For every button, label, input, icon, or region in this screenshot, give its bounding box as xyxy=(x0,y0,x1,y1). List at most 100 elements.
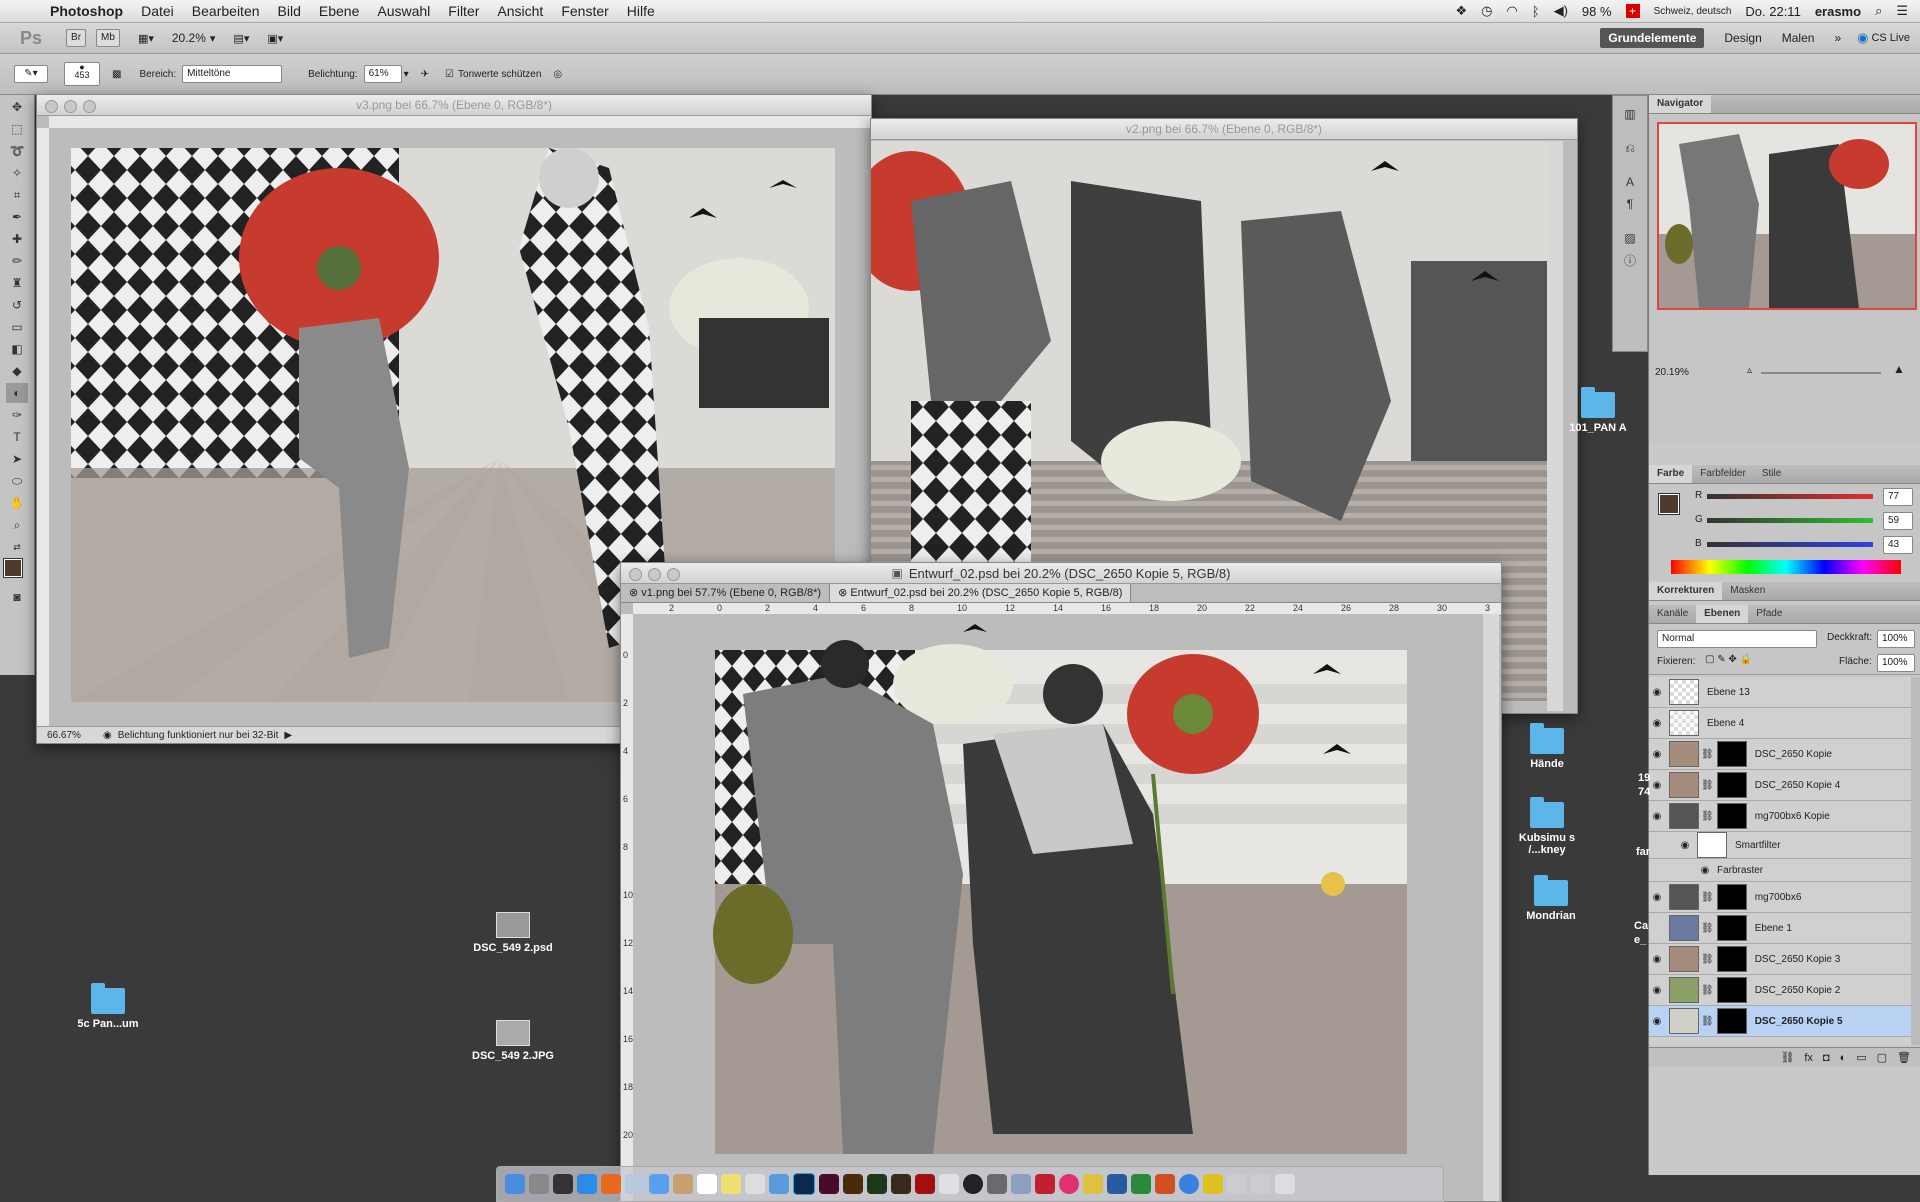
bereich-select[interactable]: Mitteltöne xyxy=(182,65,283,83)
type-tool-icon[interactable]: T xyxy=(6,427,28,447)
firefox-icon[interactable] xyxy=(601,1174,621,1194)
opacity-input[interactable]: 100% xyxy=(1877,630,1915,648)
eraser-tool-icon[interactable]: ▭ xyxy=(6,317,28,337)
eye-icon[interactable]: ◉ xyxy=(1649,985,1665,996)
stamp-tool-icon[interactable]: ♜ xyxy=(6,273,28,293)
dreamweaver-icon[interactable] xyxy=(867,1174,887,1194)
minimize-icon[interactable] xyxy=(648,568,661,581)
tonwerte-checkbox[interactable]: ☑ xyxy=(445,69,454,80)
trash-icon[interactable] xyxy=(1275,1174,1295,1194)
eye-icon[interactable]: ◉ xyxy=(1649,718,1665,729)
desktop-icon-5c-pan[interactable]: 5c Pan...um xyxy=(63,983,153,1030)
powerpoint-icon[interactable] xyxy=(1155,1174,1175,1194)
path-selection-icon[interactable]: ➤ xyxy=(6,449,28,469)
layer-row[interactable]: ◉ ⛓ DSC_2650 Kopie 3 xyxy=(1649,944,1911,975)
belichtung-input[interactable]: 61% xyxy=(363,65,402,83)
brush-panel-icon[interactable]: ▩ xyxy=(112,69,121,80)
layer-row[interactable]: ◉ ⛓ DSC_2650 Kopie 4 xyxy=(1649,770,1911,801)
workspace-grundelemente[interactable]: Grundelemente xyxy=(1600,28,1705,48)
marquee-tool-icon[interactable]: ⬚ xyxy=(6,119,28,139)
spotlight-icon[interactable]: ⌕ xyxy=(1875,3,1882,19)
layer-row[interactable]: ◉ Ebene 13 xyxy=(1649,677,1911,708)
crop-tool-icon[interactable]: ⌗ xyxy=(6,185,28,205)
entwurf-titlebar[interactable]: ▣ Entwurf_02.psd bei 20.2% (DSC_2650 Kop… xyxy=(621,563,1501,584)
navigator-preview[interactable] xyxy=(1657,122,1917,310)
workspace-design[interactable]: Design xyxy=(1724,31,1761,45)
menu-fenster[interactable]: Fenster xyxy=(561,3,608,19)
tab-masken[interactable]: Masken xyxy=(1722,582,1773,600)
blend-mode-select[interactable]: Normal xyxy=(1657,630,1817,648)
layer-row[interactable]: ◉ Farbraster xyxy=(1649,859,1911,882)
zoom-out-icon[interactable]: ▵ xyxy=(1747,365,1752,376)
history-brush-icon[interactable]: ↺ xyxy=(6,295,28,315)
eye-icon[interactable]: ◉ xyxy=(1649,811,1665,822)
b-slider[interactable] xyxy=(1707,542,1873,547)
color-spectrum[interactable] xyxy=(1671,560,1901,574)
desktop-icon-dsc-jpg[interactable]: DSC_549 2.JPG xyxy=(468,1020,558,1062)
minibridge-panel-icon[interactable]: ▥ xyxy=(1619,104,1641,124)
layer-row[interactable]: ◉ ⛓ mg700bx6 xyxy=(1649,882,1911,913)
navigator-panel[interactable]: 20.19% ▵ ▲ xyxy=(1649,114,1920,444)
pen-tool-icon[interactable]: ✑ xyxy=(6,405,28,425)
tab-close-icon[interactable]: ⊗ xyxy=(838,587,847,599)
layer-row[interactable]: ◉ Ebene 4 xyxy=(1649,708,1911,739)
healing-tool-icon[interactable]: ✚ xyxy=(6,229,28,249)
dashboard-icon[interactable] xyxy=(553,1174,573,1194)
layer-row[interactable]: ◉ ⛓ DSC_2650 Kopie xyxy=(1649,739,1911,770)
wifi-icon[interactable]: ◠ xyxy=(1506,3,1517,19)
menu-ansicht[interactable]: Ansicht xyxy=(497,3,543,19)
layer-mask-thumbnail[interactable] xyxy=(1716,803,1747,829)
dodge-tool-icon[interactable]: ◐ xyxy=(6,383,28,403)
v2-titlebar[interactable]: v2.png bei 66.7% (Ebene 0, RGB/8*) xyxy=(871,119,1577,140)
finder-window-icon[interactable] xyxy=(745,1174,765,1194)
word-icon[interactable] xyxy=(1107,1174,1127,1194)
menu-app-name[interactable]: Photoshop xyxy=(50,3,123,19)
cs-live-icon[interactable]: ◉ xyxy=(1857,30,1868,46)
app-store-icon[interactable] xyxy=(577,1174,597,1194)
preview-icon[interactable] xyxy=(1011,1174,1031,1194)
menu-ebene[interactable]: Ebene xyxy=(319,3,359,19)
documents-folder-icon[interactable] xyxy=(1227,1174,1247,1194)
tab-navigator[interactable]: Navigator xyxy=(1649,95,1712,113)
brush-tool-icon[interactable]: ✏ xyxy=(6,251,28,271)
acrobat-icon[interactable] xyxy=(915,1174,935,1194)
photoshop-icon[interactable] xyxy=(793,1173,815,1195)
tab-v1[interactable]: ⊗ v1.png bei 57.7% (Ebene 0, RGB/8*) xyxy=(621,584,831,602)
tab-ebenen[interactable]: Ebenen xyxy=(1696,605,1749,623)
close-icon[interactable] xyxy=(629,568,642,581)
desktop-icon-dsc-psd[interactable]: DSC_549 2.psd xyxy=(468,912,558,954)
v3-titlebar[interactable]: v3.png bei 66.7% (Ebene 0, RGB/8*) xyxy=(37,95,871,116)
launchpad-icon[interactable] xyxy=(529,1174,549,1194)
messages-icon[interactable] xyxy=(649,1174,669,1194)
desktop-icon-kubsimus[interactable]: Kubsimu s /...kney xyxy=(1502,797,1592,856)
desktop-icon-101-pana[interactable]: 101_PAN A xyxy=(1553,387,1643,434)
bridge-icon[interactable] xyxy=(891,1174,911,1194)
tab-close-icon[interactable]: ⊗ xyxy=(629,587,638,599)
layer-mask-thumbnail[interactable] xyxy=(1716,915,1747,941)
screen-mode-icon[interactable]: ▣▾ xyxy=(267,32,283,45)
g-slider[interactable] xyxy=(1707,518,1873,523)
r-input[interactable]: 77 xyxy=(1883,488,1913,506)
tab-entwurf[interactable]: ⊗ Entwurf_02.psd bei 20.2% (DSC_2650 Kop… xyxy=(830,584,1132,602)
foreground-color-swatch[interactable] xyxy=(4,559,22,577)
trash-icon[interactable]: 🗑 xyxy=(1897,1051,1911,1064)
zoom-tool-icon[interactable]: ⌕ xyxy=(6,515,28,535)
safari-icon[interactable] xyxy=(1179,1174,1199,1194)
layer-row[interactable]: ◉ ⛓ mg700bx6 Kopie xyxy=(1649,801,1911,832)
zoom-icon[interactable] xyxy=(83,100,96,113)
clock[interactable]: Do. 22:11 xyxy=(1745,4,1800,19)
eye-icon[interactable]: ◉ xyxy=(1649,954,1665,965)
desktop-icon-mondrian[interactable]: Mondrian xyxy=(1506,875,1596,922)
document-window-entwurf[interactable]: ▣ Entwurf_02.psd bei 20.2% (DSC_2650 Kop… xyxy=(620,562,1502,1202)
close-icon[interactable] xyxy=(45,100,58,113)
brush-size-picker[interactable]: ● 453 xyxy=(64,62,100,86)
eye-icon[interactable]: ◉ xyxy=(1649,687,1665,698)
minimize-icon[interactable] xyxy=(64,100,77,113)
adjustment-layer-icon[interactable]: ◐ xyxy=(1840,1052,1847,1064)
airbrush-icon[interactable]: ✈ xyxy=(421,69,429,80)
b-input[interactable]: 43 xyxy=(1883,536,1913,554)
minibridge-button[interactable]: Mb xyxy=(96,29,120,47)
info-panel-icon[interactable]: ⓘ xyxy=(1619,250,1641,270)
quick-mask-icon[interactable]: ◙ xyxy=(6,587,28,607)
desktop-icon-haende[interactable]: Hände xyxy=(1502,723,1592,770)
